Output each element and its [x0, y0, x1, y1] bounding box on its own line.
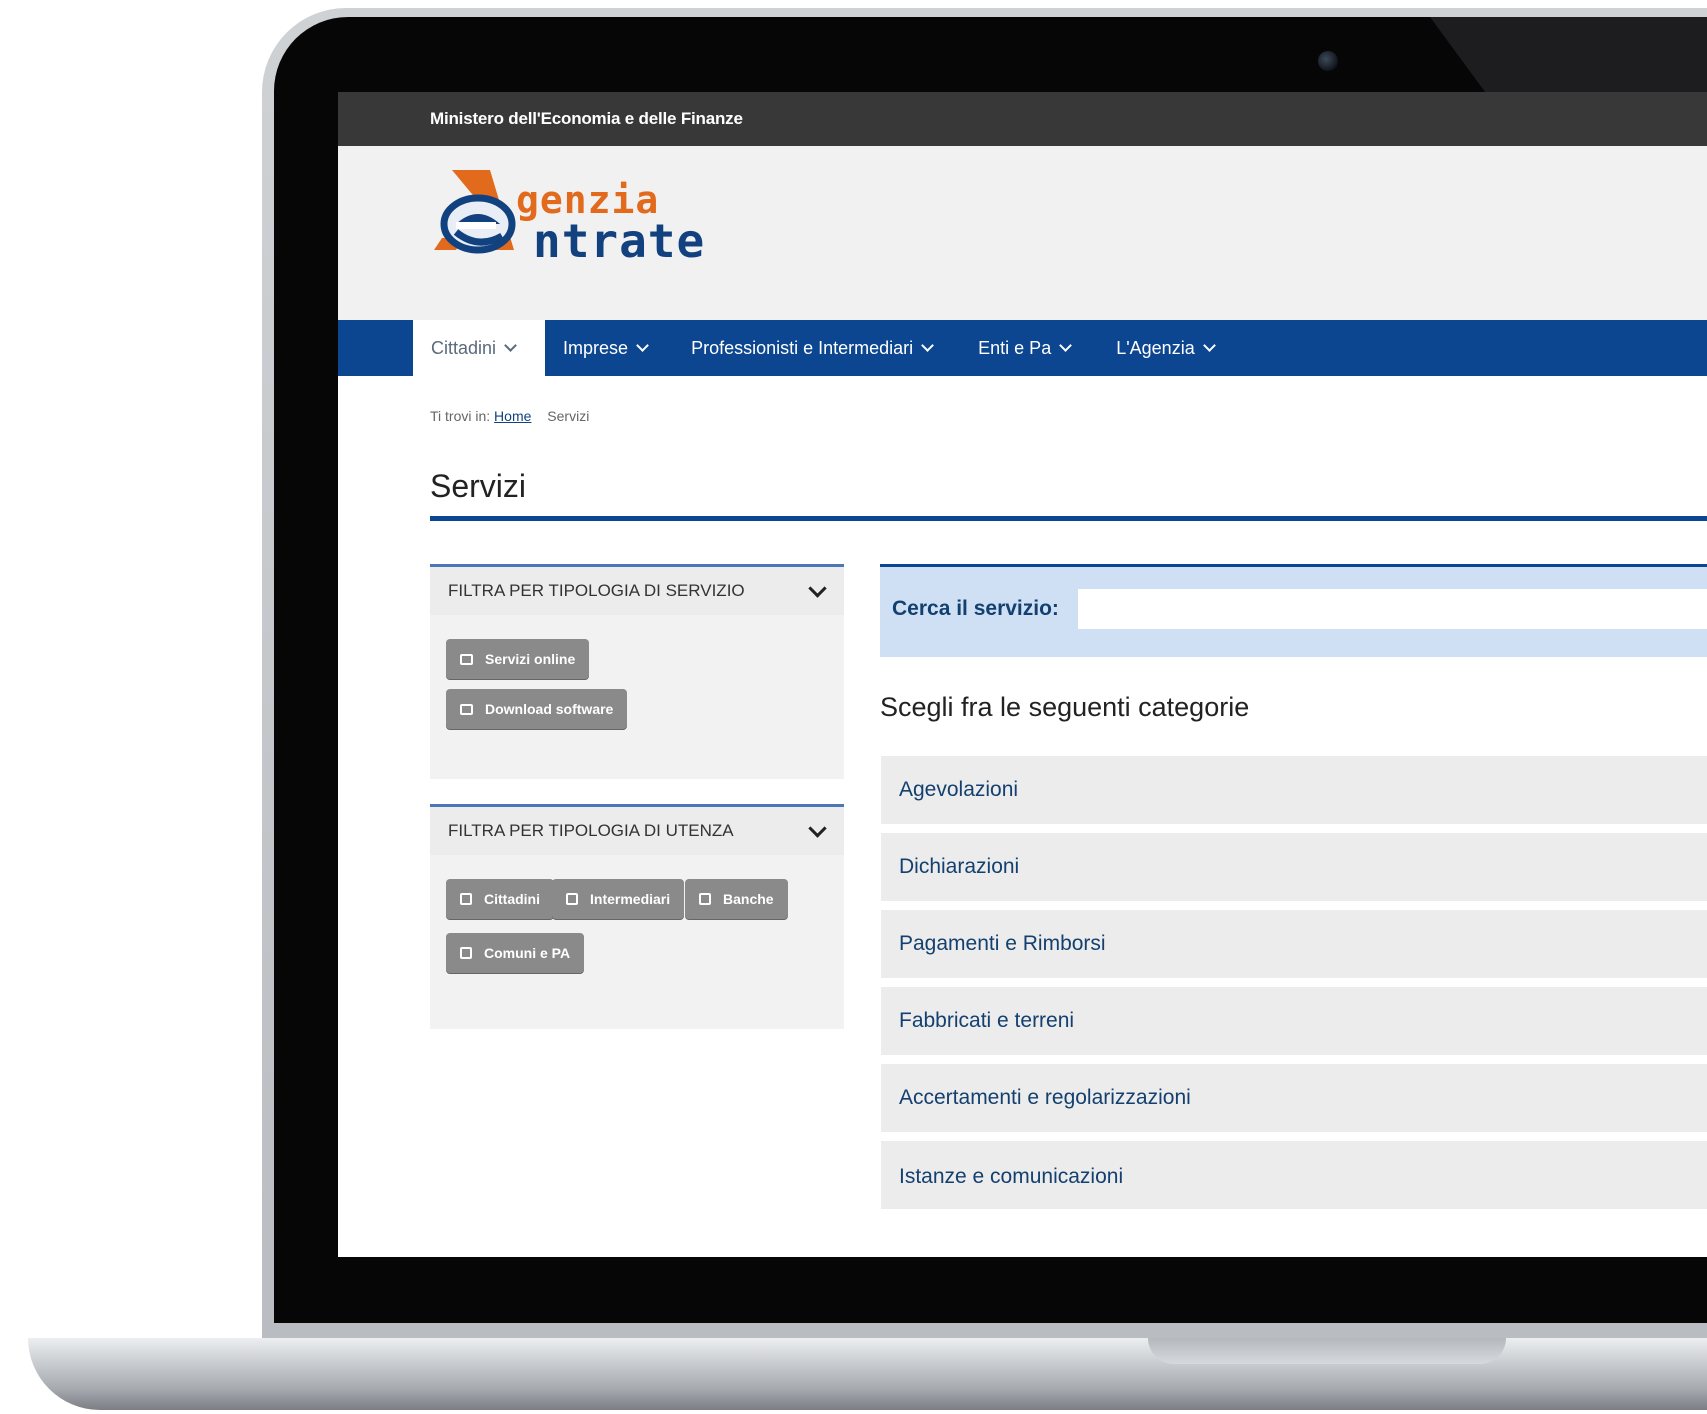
- category-fabbricati-terreni[interactable]: Fabbricati e terreni: [881, 987, 1707, 1055]
- checkbox-icon: [699, 893, 711, 905]
- chevron-down-icon: [1202, 339, 1216, 352]
- nav-cittadini[interactable]: Cittadini: [413, 320, 546, 376]
- category-accertamenti[interactable]: Accertamenti e regolarizzazioni: [881, 1064, 1707, 1132]
- checkbox-icon: [566, 893, 578, 905]
- page-title: Servizi: [430, 468, 527, 504]
- categories-heading: Scegli fra le seguenti categorie: [880, 692, 1250, 722]
- browser-viewport: Ministero dell'Economia e delle Finanze …: [338, 92, 1707, 1257]
- ministry-bar: Ministero dell'Economia e delle Finanze: [338, 92, 1707, 146]
- service-search-box: Cerca il servizio:: [880, 564, 1707, 657]
- user-type-filter-title: FILTRA PER TIPOLOGIA DI UTENZA: [448, 821, 734, 840]
- chevron-down-icon: [921, 339, 935, 352]
- filter-cittadini-label: Cittadini: [484, 891, 540, 907]
- category-label: Agevolazioni: [899, 778, 1019, 801]
- laptop-base-notch: [1148, 1338, 1506, 1364]
- breadcrumb-home-link[interactable]: Home: [494, 408, 531, 424]
- checkbox-icon: [460, 893, 472, 905]
- category-label: Istanze e comunicazioni: [899, 1165, 1124, 1188]
- filter-servizi-online-button[interactable]: Servizi online: [446, 639, 590, 679]
- agenzia-logo-mark-icon: [434, 170, 516, 254]
- search-label: Cerca il servizio:: [892, 597, 1059, 620]
- category-dichiarazioni[interactable]: Dichiarazioni: [881, 833, 1707, 901]
- chevron-down-icon: [1059, 339, 1073, 352]
- monitor-icon: [460, 653, 473, 665]
- chevron-down-icon: [636, 339, 649, 352]
- filter-banche-label: Banche: [723, 891, 774, 907]
- user-type-filter-header[interactable]: FILTRA PER TIPOLOGIA DI UTENZA: [430, 807, 844, 855]
- category-pagamenti-rimborsi[interactable]: Pagamenti e Rimborsi: [881, 910, 1707, 978]
- webcam-icon: [1318, 51, 1338, 71]
- floppy-disk-icon: [460, 703, 473, 715]
- logo-text-line2: ntrate: [533, 214, 706, 268]
- nav-professionisti-label: Professionisti e Intermediari: [691, 337, 914, 358]
- filter-download-software-label: Download software: [485, 701, 614, 717]
- filter-comuni-pa-label: Comuni e PA: [484, 945, 571, 961]
- agenzia-entrate-logo[interactable]: genzia ntrate: [430, 166, 730, 268]
- nav-enti-pa-label: Enti e Pa: [978, 337, 1052, 358]
- breadcrumb: Ti trovi in: Home Servizi: [430, 408, 589, 424]
- nav-imprese-label: Imprese: [563, 337, 629, 358]
- nav-agenzia[interactable]: L'Agenzia: [1088, 320, 1232, 376]
- category-istanze-comunicazioni[interactable]: Istanze e comunicazioni: [881, 1141, 1707, 1209]
- category-label: Pagamenti e Rimborsi: [899, 932, 1106, 955]
- service-type-filter-header[interactable]: FILTRA PER TIPOLOGIA DI SERVIZIO: [430, 567, 844, 615]
- service-type-filter-panel: FILTRA PER TIPOLOGIA DI SERVIZIO Servizi…: [430, 564, 844, 779]
- category-agevolazioni[interactable]: Agevolazioni: [881, 756, 1707, 824]
- nav-enti-pa[interactable]: Enti e Pa: [950, 320, 1088, 376]
- filter-servizi-online-label: Servizi online: [485, 651, 576, 667]
- nav-agenzia-label: L'Agenzia: [1116, 337, 1195, 358]
- category-label: Fabbricati e terreni: [899, 1009, 1075, 1032]
- ministry-link[interactable]: Ministero dell'Economia e delle Finanze: [430, 109, 743, 129]
- nav-professionisti[interactable]: Professionisti e Intermediari: [665, 320, 950, 376]
- service-type-filter-title: FILTRA PER TIPOLOGIA DI SERVIZIO: [448, 581, 745, 600]
- nav-cittadini-label: Cittadini: [431, 337, 497, 358]
- breadcrumb-prefix: Ti trovi in:: [430, 408, 491, 424]
- filter-download-software-button[interactable]: Download software: [446, 689, 628, 729]
- checkbox-icon: [460, 947, 472, 959]
- filter-cittadini-checkbox[interactable]: Cittadini: [446, 879, 554, 919]
- filter-intermediari-label: Intermediari: [590, 891, 671, 907]
- main-content: Ti trovi in: Home Servizi Servizi FILTRA…: [338, 376, 1707, 1257]
- site-header: genzia ntrate: [338, 146, 1707, 320]
- category-label: Accertamenti e regolarizzazioni: [899, 1086, 1191, 1109]
- chevron-down-icon: [504, 339, 517, 352]
- chevron-down-icon[interactable]: [808, 818, 827, 838]
- nav-imprese[interactable]: Imprese: [545, 320, 665, 376]
- search-input[interactable]: [1078, 589, 1707, 629]
- filter-intermediari-checkbox[interactable]: Intermediari: [552, 879, 685, 919]
- chevron-down-icon[interactable]: [808, 578, 827, 598]
- category-label: Dichiarazioni: [899, 855, 1020, 878]
- filter-comuni-pa-checkbox[interactable]: Comuni e PA: [446, 933, 585, 973]
- main-navigation: Cittadini Imprese Professionisti e Inter…: [338, 320, 1707, 376]
- filter-banche-checkbox[interactable]: Banche: [685, 879, 788, 919]
- breadcrumb-current: Servizi: [547, 408, 590, 424]
- user-type-filter-panel: FILTRA PER TIPOLOGIA DI UTENZA Cittadini…: [430, 804, 844, 1029]
- title-divider: [430, 516, 1707, 521]
